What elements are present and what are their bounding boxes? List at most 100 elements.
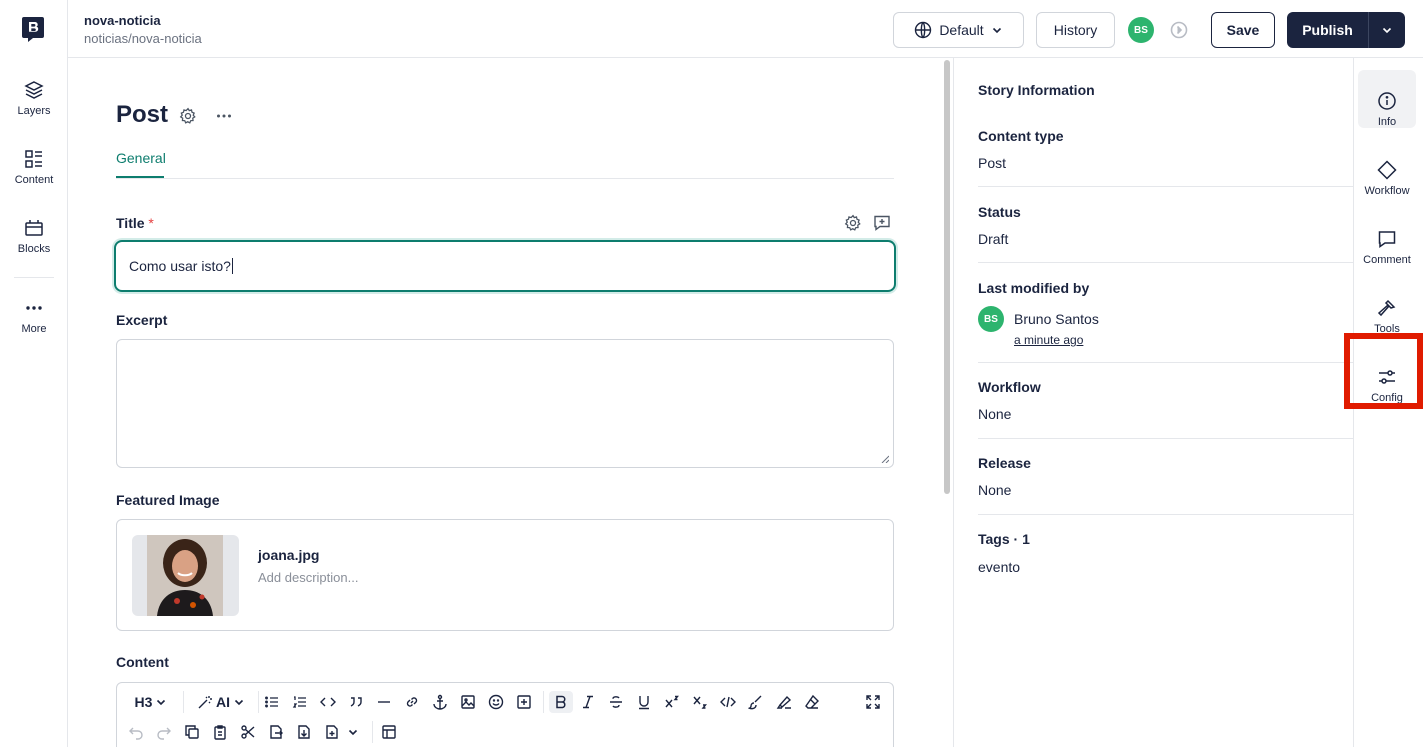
preview-status-icon[interactable] xyxy=(1170,21,1188,39)
strike-button[interactable] xyxy=(605,691,627,713)
gear-icon[interactable] xyxy=(179,107,197,125)
quote-button[interactable] xyxy=(345,691,367,713)
undo-button[interactable] xyxy=(125,721,147,743)
image-button[interactable] xyxy=(457,691,479,713)
gear-icon[interactable] xyxy=(844,214,862,232)
underline-button[interactable] xyxy=(633,691,655,713)
cut-button[interactable] xyxy=(237,721,259,743)
link-button[interactable] xyxy=(401,691,423,713)
resize-handle-icon[interactable] xyxy=(881,455,889,463)
insert-file-button[interactable] xyxy=(321,721,343,743)
superscript-button[interactable] xyxy=(661,691,683,713)
fullscreen-button[interactable] xyxy=(862,691,884,713)
paste-button[interactable] xyxy=(209,721,231,743)
title-label: Title xyxy=(116,215,145,231)
file-export-icon xyxy=(270,725,283,739)
tag-item[interactable]: evento xyxy=(978,559,1020,575)
publish-options-button[interactable] xyxy=(1368,12,1405,48)
import-button[interactable] xyxy=(293,721,315,743)
tools-icon xyxy=(1377,299,1396,317)
more-icon xyxy=(26,306,42,310)
code-button[interactable] xyxy=(317,691,339,713)
active-tab-indicator xyxy=(116,176,164,178)
tab-general[interactable]: General xyxy=(116,150,166,166)
content-type-value: Post xyxy=(978,155,1007,171)
featured-image-card[interactable]: joana.jpg Add description... xyxy=(116,519,894,631)
info-divider xyxy=(978,514,1353,515)
text-color-button[interactable] xyxy=(745,691,767,713)
rail-label: Blocks xyxy=(17,243,51,255)
bullet-list-button[interactable] xyxy=(261,691,283,713)
tab-bar xyxy=(116,178,894,179)
rail-item-layers[interactable]: Layers xyxy=(0,80,68,136)
status-value: Draft xyxy=(978,231,1009,247)
horizontal-rule-button[interactable] xyxy=(373,691,395,713)
workflow-value: None xyxy=(978,406,1012,422)
toolbar-divider xyxy=(183,691,184,713)
text-cursor xyxy=(231,258,233,274)
italic-icon xyxy=(583,695,593,709)
insert-block-button[interactable] xyxy=(513,691,535,713)
ai-label: AI xyxy=(216,694,230,710)
highlight-button[interactable] xyxy=(773,691,795,713)
emoji-button[interactable] xyxy=(485,691,507,713)
avatar: BS xyxy=(978,306,1004,332)
ai-button[interactable]: AI xyxy=(193,691,249,713)
required-marker: * xyxy=(148,215,154,231)
avatar[interactable]: BS xyxy=(1128,17,1154,43)
insert-file-options[interactable] xyxy=(345,721,361,743)
history-button[interactable]: History xyxy=(1036,12,1115,48)
rail-item-more[interactable]: More xyxy=(0,298,68,354)
ordered-list-button[interactable] xyxy=(289,691,311,713)
image-description-input[interactable]: Add description... xyxy=(258,570,358,585)
richtext-toolbar: H3 AI xyxy=(116,682,894,747)
rail-item-blocks[interactable]: Blocks xyxy=(0,218,68,274)
workflow-icon xyxy=(1377,160,1397,180)
rail-item-tools[interactable]: Tools xyxy=(1358,277,1416,335)
image-thumbnail[interactable] xyxy=(132,535,239,616)
toolbar-divider xyxy=(543,691,544,713)
redo-button[interactable] xyxy=(153,721,175,743)
layers-icon xyxy=(24,81,44,99)
rail-item-workflow[interactable]: Workflow xyxy=(1358,139,1416,197)
story-info-panel xyxy=(953,58,1353,747)
heading-level-select[interactable]: H3 xyxy=(129,691,173,713)
export-button[interactable] xyxy=(265,721,287,743)
rail-item-comment[interactable]: Comment xyxy=(1358,208,1416,266)
storyblok-logo[interactable] xyxy=(21,16,45,43)
info-divider xyxy=(978,438,1353,439)
horizontal-rule-icon xyxy=(378,701,390,703)
language-select[interactable]: Default xyxy=(893,12,1024,48)
modified-time-link[interactable]: a minute ago xyxy=(1014,333,1083,347)
add-comment-icon[interactable] xyxy=(873,214,891,232)
publish-button[interactable]: Publish xyxy=(1287,12,1368,48)
editor-scrollbar[interactable] xyxy=(944,60,950,494)
excerpt-textarea[interactable] xyxy=(116,339,894,468)
heading-level-value: H3 xyxy=(134,694,153,710)
bold-button[interactable] xyxy=(549,691,573,713)
rail-label: Content xyxy=(14,174,54,186)
anchor-button[interactable] xyxy=(429,691,451,713)
rail-item-content[interactable]: Content xyxy=(0,149,68,205)
rail-item-info[interactable]: Info xyxy=(1358,70,1416,128)
inline-code-button[interactable] xyxy=(717,691,739,713)
subscript-button[interactable] xyxy=(689,691,711,713)
clipboard-icon xyxy=(214,725,226,740)
chevron-down-icon xyxy=(1382,27,1392,34)
release-value: None xyxy=(978,482,1012,498)
excerpt-label: Excerpt xyxy=(116,312,168,328)
title-input[interactable]: Como usar isto? xyxy=(114,240,896,292)
quote-icon xyxy=(350,697,362,707)
copy-icon xyxy=(185,725,199,739)
table-button[interactable] xyxy=(378,721,400,743)
image-icon xyxy=(461,695,475,709)
clear-format-button[interactable] xyxy=(801,691,823,713)
bold-icon xyxy=(556,695,566,709)
modifier-name: Bruno Santos xyxy=(1014,311,1099,327)
magic-wand-icon xyxy=(198,696,212,709)
save-button[interactable]: Save xyxy=(1211,12,1275,48)
italic-button[interactable] xyxy=(577,691,599,713)
copy-button[interactable] xyxy=(181,721,203,743)
rail-divider xyxy=(14,277,54,278)
more-icon[interactable] xyxy=(215,107,233,125)
